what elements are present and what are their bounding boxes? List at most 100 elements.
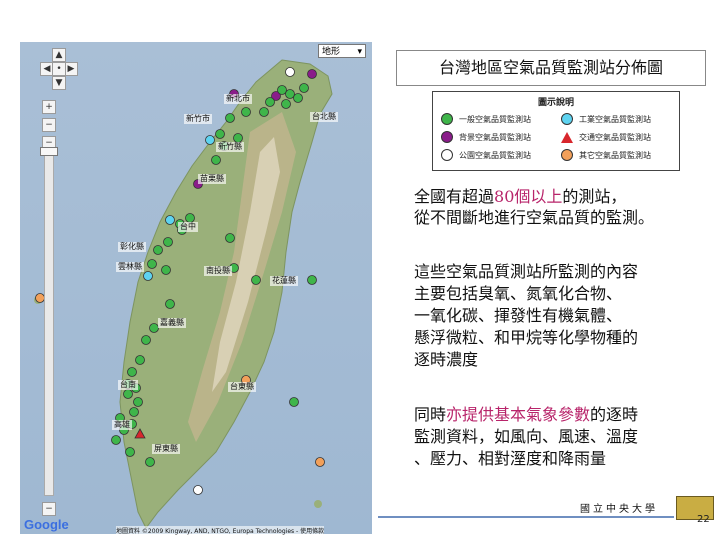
city-label: 台東縣 <box>228 382 256 392</box>
white-circle-icon <box>441 149 453 161</box>
station-marker[interactable] <box>143 271 153 281</box>
station-marker[interactable] <box>225 233 235 243</box>
pan-right-button[interactable]: ▶ <box>64 62 78 76</box>
paragraph-2-line: 逐時濃度 <box>414 350 479 369</box>
city-label: 雲林縣 <box>116 262 144 272</box>
text-span: 的逐時 <box>590 405 639 424</box>
station-marker[interactable] <box>193 485 203 495</box>
pan-up-button[interactable]: ▲ <box>52 48 66 62</box>
city-label: 苗栗縣 <box>198 174 226 184</box>
station-marker[interactable] <box>307 275 317 285</box>
city-label: 新竹市 <box>184 114 212 124</box>
station-marker[interactable] <box>215 129 225 139</box>
station-marker[interactable] <box>163 237 173 247</box>
legend-label: 一般空氣品質監測站 <box>459 114 531 124</box>
station-marker[interactable] <box>265 97 275 107</box>
city-label: 花蓮縣 <box>270 276 298 286</box>
legend-item: 其它空氣品質監測站 <box>561 148 651 162</box>
city-label: 嘉義縣 <box>158 318 186 328</box>
city-label: 台北縣 <box>310 112 338 122</box>
text-span: 同時 <box>414 405 447 424</box>
google-logo-text: Google <box>24 517 69 532</box>
orchid-island <box>314 500 322 508</box>
city-label: 新北市 <box>224 94 252 104</box>
station-marker[interactable] <box>251 275 261 285</box>
station-marker[interactable] <box>205 135 215 145</box>
station-marker[interactable] <box>241 107 251 117</box>
paragraph-2-line: 這些空氣品質測站所監測的內容 <box>414 262 639 281</box>
station-marker[interactable] <box>129 407 139 417</box>
paragraph-3-line-2: 監測資料，如風向、風速、溫度 <box>414 427 639 446</box>
paragraph-1-line-1: 全國有超過80個以上的測站， <box>414 186 626 207</box>
station-marker[interactable] <box>225 113 235 123</box>
footer-divider <box>378 516 674 518</box>
station-marker[interactable] <box>165 215 175 225</box>
legend: 圖示說明 一般空氣品質監測站 工業空氣品質監測站 背景空氣品質監測站 交通空氣品… <box>432 91 680 171</box>
chevron-down-icon: ▾ <box>357 47 362 57</box>
paragraph-1-line-2: 從不間斷地進行空氣品質的監測。 <box>414 208 655 227</box>
purple-circle-icon <box>441 131 453 143</box>
legend-label: 公園空氣品質監測站 <box>459 150 531 160</box>
legend-label: 其它空氣品質監測站 <box>579 150 651 160</box>
google-logo[interactable]: Google <box>24 517 69 532</box>
city-label: 南投縣 <box>204 266 232 276</box>
city-label: 高雄 <box>112 420 132 430</box>
station-marker[interactable] <box>141 335 151 345</box>
map-type-dropdown[interactable]: 地形 ▾ <box>318 44 366 58</box>
zoom-in-button[interactable]: + <box>42 100 56 114</box>
paragraph-3-line-3: 、壓力、相對溼度和降雨量 <box>414 449 607 468</box>
station-marker[interactable] <box>123 389 133 399</box>
station-marker[interactable] <box>133 397 143 407</box>
station-marker[interactable] <box>307 69 317 79</box>
page-title: 台灣地區空氣品質監測站分佈圖 <box>396 50 706 86</box>
station-marker[interactable] <box>147 259 157 269</box>
legend-title: 圖示說明 <box>537 98 574 108</box>
station-marker[interactable] <box>145 457 155 467</box>
station-marker[interactable] <box>161 265 171 275</box>
cyan-circle-icon <box>561 113 573 125</box>
paragraph-2-line: 一氧化碳、揮發性有機氣體、 <box>414 306 623 325</box>
station-marker[interactable] <box>165 299 175 309</box>
station-marker[interactable] <box>299 83 309 93</box>
legend-item: 背景空氣品質監測站 <box>441 130 531 144</box>
legend-label: 交通空氣品質監測站 <box>579 132 651 142</box>
pan-down-button[interactable]: ▼ <box>52 76 66 90</box>
map-panel[interactable]: ↖ ▲ ▶ ◀ ▼ • + − − − 地形 ▾ 新北市 新竹市 台北縣 新竹縣… <box>20 42 372 534</box>
paragraph-2-line: 主要包括臭氧、氮氧化合物、 <box>414 284 623 303</box>
station-marker[interactable] <box>125 447 135 457</box>
legend-item: 一般空氣品質監測站 <box>441 112 531 126</box>
station-marker[interactable] <box>289 397 299 407</box>
station-marker[interactable] <box>285 89 295 99</box>
red-triangle-icon <box>561 131 573 143</box>
city-label: 彰化縣 <box>118 242 146 252</box>
station-marker[interactable] <box>285 67 295 77</box>
city-label: 台南 <box>118 380 138 390</box>
station-marker[interactable] <box>135 355 145 365</box>
legend-label: 工業空氣品質監測站 <box>579 114 651 124</box>
paragraph-3-line-1: 同時亦提供基本氣象參數的逐時 <box>414 404 638 425</box>
station-marker[interactable] <box>127 367 137 377</box>
legend-item: 工業空氣品質監測站 <box>561 112 651 126</box>
zoom-out-button[interactable]: − <box>42 502 56 516</box>
station-marker[interactable] <box>153 245 163 255</box>
orange-circle-icon <box>561 149 573 161</box>
highlight-text: 亦提供基本氣象參數 <box>446 405 591 424</box>
station-marker[interactable] <box>211 155 221 165</box>
station-marker[interactable] <box>293 93 303 103</box>
school-name: 國立中央大學 <box>580 504 658 515</box>
station-marker[interactable] <box>315 457 325 467</box>
station-marker[interactable] <box>277 85 287 95</box>
station-marker[interactable] <box>281 99 291 109</box>
legend-item: 交通空氣品質監測站 <box>561 130 651 144</box>
text-span: 全國有超過 <box>414 187 495 206</box>
station-marker[interactable] <box>111 435 121 445</box>
city-label: 台中 <box>178 222 198 232</box>
text-span: 的測站， <box>562 187 627 206</box>
pan-reset-button[interactable]: • <box>52 62 66 76</box>
highlight-text: 80個以上 <box>494 187 563 206</box>
zoom-slider-track[interactable] <box>44 154 54 496</box>
map-credit[interactable]: 地圖資料 ©2009 Kingway, AND, NTGO, Europa Te… <box>116 526 325 535</box>
zoom-level-marker[interactable]: − <box>42 118 56 132</box>
zoom-slider-thumb[interactable] <box>40 147 58 156</box>
station-marker[interactable] <box>259 107 269 117</box>
